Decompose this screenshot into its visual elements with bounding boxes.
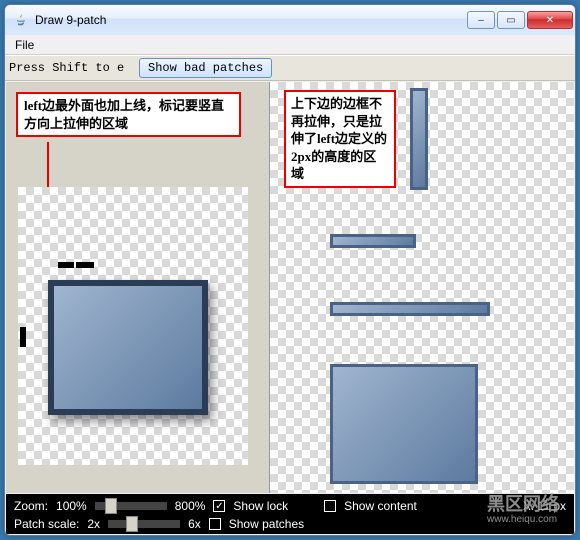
workspace: left边最外面也加上线，标记要竖直方向上拉伸的区域 上下边的边框不再拉伸，只是… bbox=[6, 82, 574, 493]
show-content-label: Show content bbox=[344, 499, 417, 513]
zoom-slider[interactable] bbox=[95, 502, 167, 510]
zoom-label: Zoom: bbox=[14, 499, 48, 513]
statusbar: Zoom: 100% 800% ✓ Show lock Show content… bbox=[6, 494, 574, 534]
zoom-max: 800% bbox=[175, 499, 206, 513]
preview-sprite-horizontal bbox=[330, 302, 490, 316]
window-title: Draw 9-patch bbox=[35, 13, 467, 27]
menu-file[interactable]: File bbox=[9, 37, 40, 53]
nine-patch-top-marker[interactable] bbox=[76, 262, 94, 268]
patch-scale-slider[interactable] bbox=[108, 520, 180, 528]
show-content-checkbox[interactable] bbox=[324, 500, 336, 512]
show-lock-label: Show lock bbox=[233, 499, 288, 513]
show-lock-checkbox[interactable]: ✓ bbox=[213, 500, 225, 512]
preview-sprite-horizontal bbox=[330, 234, 416, 248]
menubar: File bbox=[5, 35, 575, 55]
patch-scale-label: Patch scale: bbox=[14, 517, 79, 531]
cursor-coords: X: 11 px bbox=[523, 499, 566, 513]
minimize-button[interactable]: – bbox=[467, 11, 495, 29]
show-patches-label: Show patches bbox=[229, 517, 304, 531]
toolbar-hint: Press Shift to e bbox=[9, 61, 139, 75]
zoom-min: 100% bbox=[56, 499, 87, 513]
window-controls: – ▭ ✕ bbox=[467, 11, 573, 29]
preview-sprite-square bbox=[330, 364, 478, 484]
preview-pane: 上下边的边框不再拉伸，只是拉伸了left边定义的2px的高度的区域 bbox=[270, 82, 574, 493]
nine-patch-left-marker[interactable] bbox=[20, 327, 26, 347]
app-window: Draw 9-patch – ▭ ✕ File Press Shift to e… bbox=[4, 4, 576, 536]
patch-scale-min: 2x bbox=[87, 517, 100, 531]
java-icon bbox=[13, 12, 29, 28]
toolbar: Press Shift to e Show bad patches bbox=[5, 55, 575, 81]
show-bad-patches-button[interactable]: Show bad patches bbox=[139, 58, 272, 78]
patch-scale-max: 6x bbox=[188, 517, 201, 531]
preview-sprite-vertical bbox=[410, 88, 428, 190]
close-button[interactable]: ✕ bbox=[527, 11, 573, 29]
annotation-right: 上下边的边框不再拉伸，只是拉伸了left边定义的2px的高度的区域 bbox=[284, 90, 396, 188]
annotation-left: left边最外面也加上线，标记要竖直方向上拉伸的区域 bbox=[16, 92, 241, 137]
nine-patch-top-marker[interactable] bbox=[58, 262, 74, 268]
maximize-button[interactable]: ▭ bbox=[497, 11, 525, 29]
editor-pane[interactable]: left边最外面也加上线，标记要竖直方向上拉伸的区域 bbox=[6, 82, 270, 493]
titlebar[interactable]: Draw 9-patch – ▭ ✕ bbox=[5, 5, 575, 35]
show-patches-checkbox[interactable] bbox=[209, 518, 221, 530]
editor-sprite[interactable] bbox=[48, 280, 208, 415]
